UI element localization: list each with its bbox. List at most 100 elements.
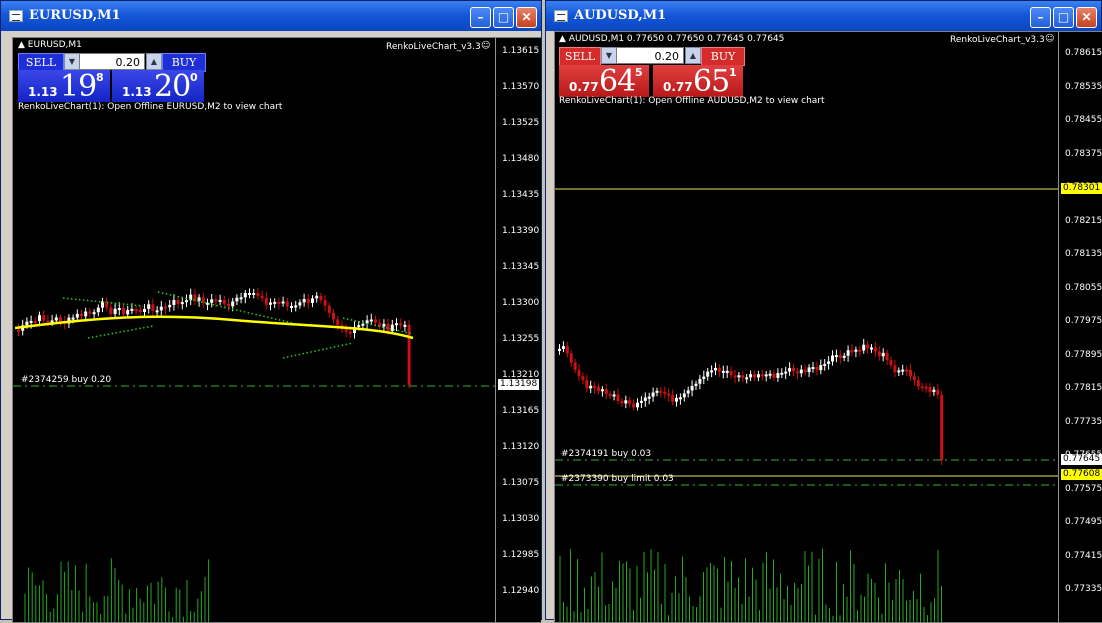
- candle-body: [792, 368, 795, 372]
- candle-body: [80, 313, 83, 317]
- candle-body: [252, 293, 256, 295]
- candle-body: [717, 367, 721, 372]
- price-tick: 1.13615: [502, 46, 540, 56]
- lot-decrease-arrow[interactable]: ▼: [64, 53, 80, 70]
- close-button[interactable]: ✕: [516, 7, 537, 28]
- candle-body: [239, 297, 243, 300]
- candle-body: [75, 313, 79, 318]
- candle-body: [671, 395, 675, 402]
- candle-body: [117, 308, 121, 311]
- price-tick: 1.12985: [502, 550, 540, 560]
- buy-price-quote[interactable]: 1.13 20 0: [112, 69, 204, 104]
- eurusd-titlebar[interactable]: EURUSD,M1 – □ ✕: [1, 1, 541, 31]
- info-text: RenkoLiveChart(1): Open Offline AUDUSD,M…: [559, 96, 825, 106]
- candle-body: [651, 392, 655, 397]
- candle-body: [893, 365, 897, 373]
- lot-decrease-arrow[interactable]: ▼: [601, 47, 617, 64]
- candle-body: [231, 301, 235, 307]
- candle-body: [569, 353, 573, 363]
- candle-body: [577, 369, 581, 377]
- candle-body: [916, 380, 920, 387]
- price-tick: 0.78375: [1065, 148, 1102, 159]
- price-tick: 1.13165: [502, 406, 540, 416]
- candle-body: [374, 319, 377, 323]
- eurusd-chart[interactable]: ▲ EURUSD,M1 RenkoLiveChart_v3.3 ☺ SELL ▼…: [12, 37, 541, 623]
- candle-body: [636, 402, 639, 408]
- current-price-label: 1.13198: [498, 379, 540, 390]
- lot-size-input[interactable]: 0.20: [616, 47, 684, 64]
- audusd-titlebar[interactable]: AUDUSD,M1 – □ ✕: [546, 1, 1101, 31]
- candle-body: [96, 307, 100, 313]
- price-tick: 0.77815: [1065, 383, 1102, 393]
- candle-body: [593, 385, 597, 388]
- candle-body: [143, 308, 146, 313]
- candle-body: [597, 386, 600, 392]
- lot-increase-arrow[interactable]: ▲: [146, 53, 162, 70]
- candle-body: [694, 383, 698, 386]
- candle-body: [854, 349, 858, 352]
- candle-body: [877, 351, 881, 357]
- lot-size-input[interactable]: 0.20: [79, 53, 145, 70]
- candle-body: [686, 390, 690, 394]
- order-line-label: #2374259 buy 0.20: [21, 375, 112, 385]
- line-price-label: 0.78301: [1061, 183, 1102, 194]
- candle-body: [807, 367, 811, 373]
- maximize-button[interactable]: □: [1053, 7, 1074, 28]
- sell-button[interactable]: SELL: [559, 47, 601, 66]
- candle-body: [29, 320, 33, 323]
- close-button[interactable]: ✕: [1076, 7, 1097, 28]
- candle-body: [776, 372, 780, 378]
- candle-body: [88, 311, 92, 314]
- candle-body: [369, 319, 373, 322]
- candle-body: [180, 302, 184, 305]
- candle-body: [725, 370, 729, 373]
- audusd-symbol-line: ▲ AUDUSD,M1 0.77650 0.77650 0.77645 0.77…: [559, 34, 785, 44]
- price-tick: 0.77735: [1065, 416, 1102, 427]
- candle-body: [122, 308, 125, 315]
- candle-body: [264, 298, 268, 305]
- candle-body: [306, 298, 310, 303]
- buy-price-quote[interactable]: 0.77 65 1: [653, 64, 743, 99]
- limit-order-label: #2373390 buy limit 0.03: [561, 474, 674, 484]
- candle-body: [17, 329, 20, 332]
- sell-price-quote[interactable]: 1.13 19 8: [18, 69, 110, 104]
- candle-body: [655, 390, 659, 393]
- candle-body: [151, 304, 155, 312]
- candle-body: [842, 355, 846, 358]
- lot-increase-arrow[interactable]: ▲: [685, 47, 701, 64]
- candle-body: [909, 369, 912, 377]
- minimize-button[interactable]: –: [1030, 7, 1051, 28]
- candle-body: [256, 293, 260, 296]
- price-axis[interactable]: 1.13615 1.13570 1.13525 1.13480 1.13435 1.133…: [495, 38, 541, 622]
- candle-body: [50, 320, 54, 323]
- candle-body: [764, 374, 768, 377]
- candle-body: [912, 376, 916, 381]
- candle-body: [235, 297, 239, 302]
- price-tick: 1.13120: [502, 442, 540, 452]
- candle-body: [866, 344, 870, 349]
- price-axis[interactable]: 0.786150.785350.784550.783750.782950.782…: [1058, 32, 1102, 622]
- candle-body: [155, 310, 159, 313]
- audusd-chart[interactable]: ▲ AUDUSD,M1 0.77650 0.77650 0.77645 0.77…: [554, 31, 1102, 623]
- chart-window-icon: [554, 10, 568, 22]
- candle-body: [573, 362, 577, 370]
- candle-body: [214, 299, 218, 302]
- candle-body: [784, 371, 788, 374]
- candle-body: [336, 319, 340, 326]
- candle-body: [290, 306, 293, 309]
- candle-body: [357, 325, 361, 328]
- candle-body: [71, 317, 75, 320]
- signal-dots: [282, 342, 354, 359]
- candle-body: [344, 329, 348, 332]
- maximize-button[interactable]: □: [493, 7, 514, 28]
- candle-body: [206, 302, 209, 305]
- candle-body: [277, 301, 281, 304]
- candle-body: [936, 389, 940, 395]
- sell-price-quote[interactable]: 0.77 64 5: [559, 64, 649, 99]
- candle-body: [585, 380, 589, 389]
- smiley-icon: ☺: [481, 41, 491, 51]
- candle-body: [589, 385, 593, 389]
- candle-body: [285, 301, 289, 307]
- candle-body: [298, 302, 302, 306]
- minimize-button[interactable]: –: [470, 7, 491, 28]
